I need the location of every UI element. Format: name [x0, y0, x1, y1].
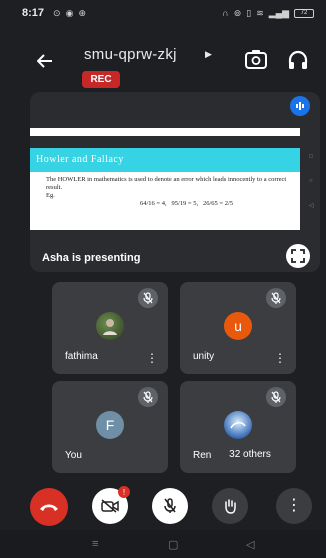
status-right: ∩ ⊚ ▯ ≋ ▂▄▆ 72 [222, 8, 314, 19]
avatar: F [96, 411, 124, 439]
meeting-code[interactable]: smu-qprw-zkj [84, 46, 177, 63]
math-expr-1: 64/16 = 4, [140, 200, 167, 207]
mic-off-icon [266, 288, 286, 308]
participant-name: Ren [193, 450, 212, 461]
status-left: 8:17 ⊙ ◉ ⊕ [22, 7, 86, 19]
math-expr-3: 26/65 = 2/5 [202, 200, 233, 207]
participant-tile[interactable]: F You [52, 381, 168, 473]
participant-name: You [65, 450, 82, 461]
slide-top-strip [30, 128, 300, 136]
more-vert-icon[interactable]: ⋮ [146, 352, 158, 364]
chevron-right-icon[interactable]: ▶ [205, 49, 212, 60]
home-icon[interactable]: ▢ [168, 538, 178, 551]
camera-off-button[interactable]: ! [92, 486, 130, 524]
call-controls: ! ⋮ [0, 486, 326, 526]
participant-name: fathima [65, 351, 98, 362]
menu-icon[interactable]: ≡ [92, 538, 98, 550]
record-icon: ⊙ [53, 7, 61, 18]
whatsapp-icon: ◉ [65, 7, 74, 18]
alarm-icon: ⊚ [233, 7, 242, 18]
dot-icon: ◁ [309, 203, 314, 209]
slide-bullet-1: The HOWLER in mathematics is used to den… [46, 176, 287, 191]
participant-tile[interactable]: u unity ⋮ [180, 282, 296, 374]
slide-side-dots: □ ○ ◁ [309, 154, 317, 227]
alert-badge: ! [118, 486, 130, 498]
rec-badge: REC [82, 71, 120, 88]
shared-slide: Howler and Fallacy The HOWLER in mathema… [30, 148, 300, 230]
audio-indicator-icon [290, 96, 310, 116]
more-vert-icon: ⋮ [286, 497, 302, 514]
presentation-tile[interactable]: Howler and Fallacy The HOWLER in mathema… [30, 92, 320, 272]
vibrate-icon: ▯ [246, 7, 252, 18]
slide-math: 64/16 = 4, 95/19 = 5, 26/65 = 2/5 [140, 200, 233, 207]
battery-icon: 72 [294, 8, 314, 18]
switch-camera-icon[interactable] [244, 49, 270, 73]
status-time: 8:17 [22, 7, 45, 19]
more-vert-icon[interactable]: ⋮ [274, 352, 286, 364]
raise-hand-button[interactable] [212, 488, 248, 524]
avatar: u [224, 312, 252, 340]
slide-bullet-2: Eg. [46, 192, 55, 199]
end-call-button[interactable] [30, 488, 68, 526]
mic-off-icon [138, 387, 158, 407]
meeting-header: smu-qprw-zkj ▶ REC [0, 36, 326, 88]
participant-tile[interactable]: fathima ⋮ [52, 282, 168, 374]
fullscreen-icon[interactable] [286, 244, 310, 268]
dot-icon: □ [309, 154, 313, 160]
mic-off-icon [138, 288, 158, 308]
dot-icon: ○ [309, 178, 313, 184]
wifi-icon: ≋ [256, 7, 264, 18]
presenter-label: Asha is presenting [42, 252, 141, 264]
android-nav-bar: ≡ ▢ ◁ [0, 530, 326, 558]
status-bar: 8:17 ⊙ ◉ ⊕ ∩ ⊚ ▯ ≋ ▂▄▆ 72 [0, 0, 326, 26]
slide-body: The HOWLER in mathematics is used to den… [46, 176, 300, 200]
mic-toggle-button[interactable] [152, 488, 188, 524]
meet-icon: ⊕ [78, 7, 86, 18]
participant-name: unity [193, 351, 215, 362]
signal-icon: ▂▄▆ [268, 7, 289, 18]
more-options-button[interactable]: ⋮ [276, 488, 312, 524]
mic-off-icon [266, 387, 286, 407]
slide-title: Howler and Fallacy [30, 148, 300, 172]
avatar [96, 312, 124, 340]
headphones-icon[interactable] [287, 49, 311, 73]
others-count-pill[interactable]: 32 others [216, 443, 284, 465]
back-icon[interactable]: ◁ [246, 538, 254, 551]
math-expr-2: 95/19 = 5, [171, 200, 199, 207]
avatar [224, 411, 252, 439]
headset-icon: ∩ [222, 8, 229, 18]
back-arrow-icon[interactable] [34, 50, 56, 72]
